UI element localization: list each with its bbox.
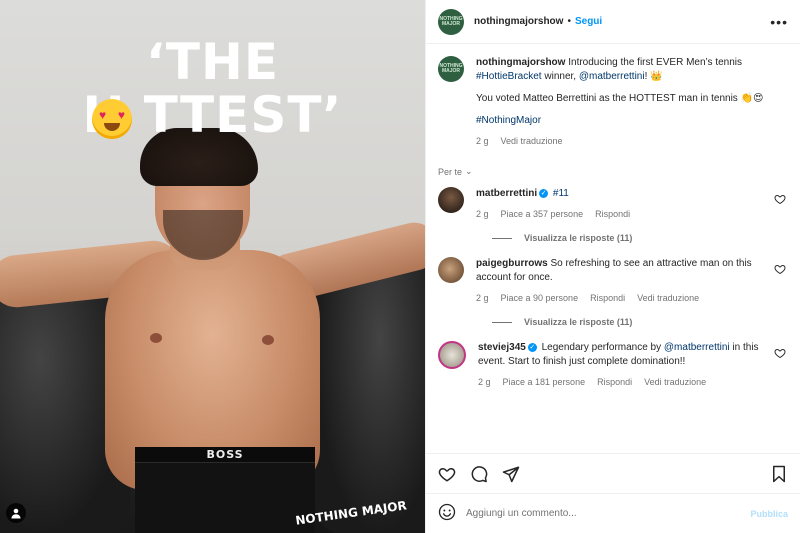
commenter-avatar[interactable] <box>438 187 464 213</box>
comment-item: paigegburrows So refreshing to see an at… <box>438 257 786 305</box>
likes-count[interactable]: Piace a 357 persone <box>501 207 584 221</box>
replies-line <box>492 321 512 323</box>
replies-line <box>492 237 512 239</box>
waistband: BOSS <box>135 447 315 463</box>
action-bar <box>426 453 800 493</box>
like-heart-icon[interactable] <box>438 465 456 483</box>
caption-avatar[interactable]: NOTHING MAJOR <box>438 56 464 82</box>
comment-age: 2 g <box>476 209 489 219</box>
caption-username[interactable]: nothingmajorshow <box>476 57 565 68</box>
publish-button[interactable]: Pubblica <box>750 509 788 519</box>
comment-age: 2 g <box>478 377 491 387</box>
comment-body: paigegburrows So refreshing to see an at… <box>476 257 762 305</box>
avatar-text: NOTHING MAJOR <box>439 63 463 74</box>
waistband-brand: BOSS <box>206 448 244 461</box>
chest-detail <box>150 333 162 343</box>
view-replies-button[interactable]: Visualizza le risposte (11) <box>492 317 786 327</box>
sofa-arm-right <box>315 255 425 533</box>
headline-line-2: H TTEST’ <box>82 86 343 144</box>
caption-body: nothingmajorshow Introducing the first E… <box>476 56 786 148</box>
comment-username[interactable]: steviej345 <box>478 342 526 353</box>
mention-link[interactable]: @matberrettini <box>664 342 730 353</box>
comment-meta: 2 g Piace a 90 persone Rispondi Vedi tra… <box>476 291 762 305</box>
comment-composer: Pubblica <box>426 493 800 533</box>
caption-text-end: ! 👑 <box>644 71 663 82</box>
for-you-sort-button[interactable]: Per te ⌄ <box>438 166 786 177</box>
post-header: NOTHING MAJOR nothingmajorshow • Segui •… <box>426 0 800 44</box>
for-you-label: Per te <box>438 166 463 177</box>
see-translation-button[interactable]: Vedi traduzione <box>501 134 563 148</box>
chest-detail <box>262 335 274 345</box>
caption-age: 2 g <box>476 136 489 146</box>
post-modal: BOSS ‘THE H TTEST’ ♥ ♥ NOTHING MAJOR NOTH… <box>0 0 800 533</box>
account-username[interactable]: nothingmajorshow <box>474 16 563 27</box>
comment-icon[interactable] <box>470 465 488 483</box>
comment-text: Legendary performance by <box>538 342 664 353</box>
hashtag-link[interactable]: #HottieBracket <box>476 71 542 82</box>
tagged-user-icon[interactable] <box>6 503 26 523</box>
verified-badge-icon: ✓ <box>527 342 537 352</box>
headline-line-1: ‘THE <box>145 33 280 91</box>
comment-username[interactable]: matberrettini <box>476 188 537 199</box>
view-replies-button[interactable]: Visualizza le risposte (11) <box>492 233 786 243</box>
account-avatar[interactable]: NOTHING MAJOR <box>438 8 464 35</box>
comment-meta: 2 g Piace a 357 persone Rispondi <box>476 207 762 221</box>
follow-button[interactable]: Segui <box>575 16 602 27</box>
chevron-down-icon: ⌄ <box>465 166 473 176</box>
comment-username[interactable]: paigegburrows <box>476 258 548 269</box>
comments-list[interactable]: NOTHING MAJOR nothingmajorshow Introduci… <box>426 44 800 453</box>
likes-count[interactable]: Piace a 90 persone <box>501 291 579 305</box>
view-replies-label: Visualizza le risposte (11) <box>524 317 633 327</box>
share-icon[interactable] <box>502 465 520 483</box>
view-replies-label: Visualizza le risposte (11) <box>524 233 633 243</box>
commenter-avatar[interactable] <box>438 341 466 369</box>
more-options-icon[interactable]: ••• <box>770 15 788 29</box>
post-image[interactable]: BOSS ‘THE H TTEST’ ♥ ♥ NOTHING MAJOR <box>0 0 425 533</box>
bookmark-icon[interactable] <box>770 465 788 483</box>
like-heart-icon[interactable] <box>774 193 786 205</box>
reply-button[interactable]: Rispondi <box>595 207 630 221</box>
separator-dot: • <box>567 16 571 27</box>
caption-line-2: You voted Matteo Berrettini as the HOTTE… <box>476 93 764 104</box>
reply-button[interactable]: Rispondi <box>597 375 632 389</box>
like-heart-icon[interactable] <box>774 347 786 359</box>
avatar-text: NOTHING MAJOR <box>439 15 463 27</box>
comment-age: 2 g <box>476 293 489 303</box>
mention-link[interactable]: @matberrettini <box>579 71 645 82</box>
hashtag-link[interactable]: #11 <box>553 188 569 199</box>
comment-body: steviej345 ✓ Legendary performance by @ma… <box>478 341 762 389</box>
verified-badge-icon: ✓ <box>539 188 549 198</box>
see-translation-button[interactable]: Vedi traduzione <box>644 375 706 389</box>
hashtag-link[interactable]: #NothingMajor <box>476 115 541 126</box>
likes-count[interactable]: Piace a 181 persone <box>503 375 586 389</box>
emoji-picker-icon[interactable] <box>438 503 456 524</box>
comment-item: steviej345 ✓ Legendary performance by @ma… <box>438 341 786 389</box>
like-heart-icon[interactable] <box>774 263 786 275</box>
reply-button[interactable]: Rispondi <box>590 291 625 305</box>
add-comment-input[interactable] <box>466 508 741 519</box>
commenter-avatar[interactable] <box>438 257 464 283</box>
comment-item: matberrettini ✓ #11 2 g Piace a 357 perso… <box>438 187 786 221</box>
see-translation-button[interactable]: Vedi traduzione <box>637 291 699 305</box>
comment-body: matberrettini ✓ #11 2 g Piace a 357 perso… <box>476 187 762 221</box>
caption-text-mid: winner, <box>541 71 579 82</box>
caption: NOTHING MAJOR nothingmajorshow Introduci… <box>438 56 786 148</box>
caption-meta: 2 g Vedi traduzione <box>476 134 786 148</box>
post-details-panel: NOTHING MAJOR nothingmajorshow • Segui •… <box>425 0 800 533</box>
comment-meta: 2 g Piace a 181 persone Rispondi Vedi tr… <box>478 375 762 389</box>
heart-eyes-emoji-icon: ♥ ♥ <box>92 99 132 139</box>
caption-text: Introducing the first EVER Men’s tennis <box>565 57 743 68</box>
